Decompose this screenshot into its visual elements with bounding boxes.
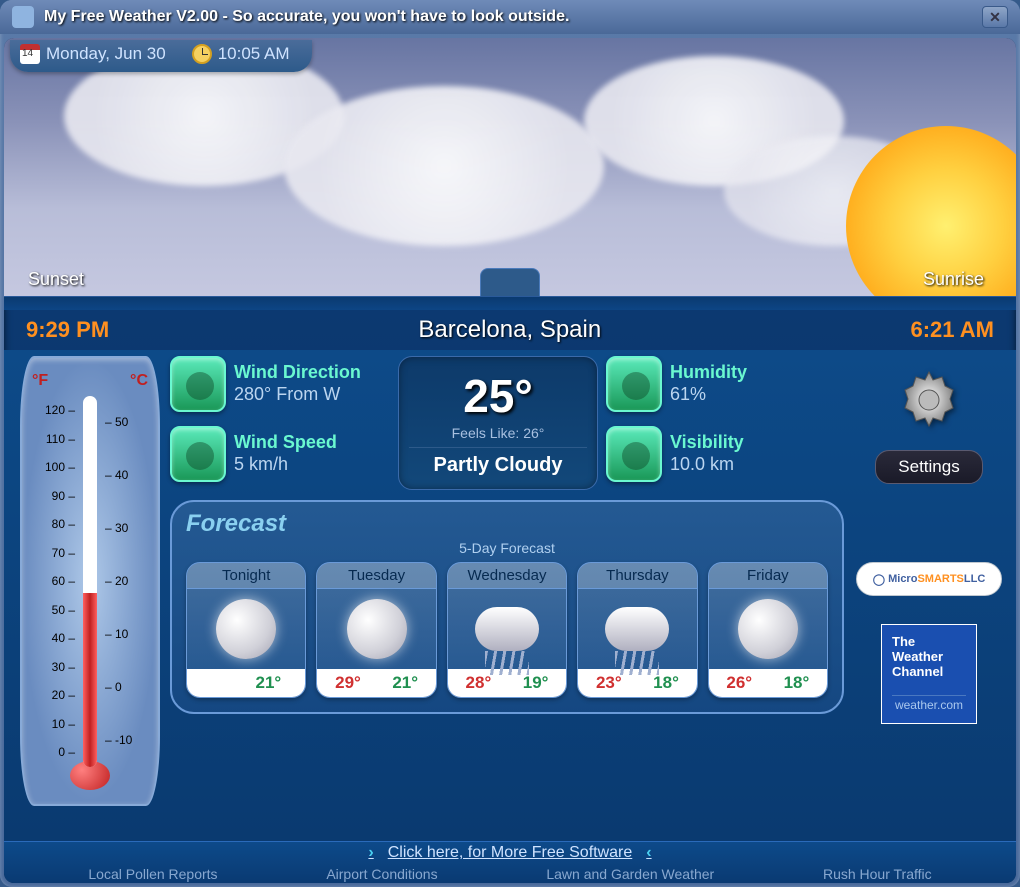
f-scale: 120 –110 –100 –90 –80 –70 –60 –50 –40 –3… xyxy=(33,396,75,767)
sunset-time: 9:29 PM xyxy=(26,317,109,343)
chevron-left-icon: ‹ xyxy=(646,844,651,862)
feels-like: Feels Like: 26° xyxy=(409,425,587,441)
sunset-tab-label[interactable]: Sunset xyxy=(28,269,84,290)
microsmarts-logo[interactable]: ◯ MicroSMARTSLLC xyxy=(856,562,1002,596)
forecast-high: 23° xyxy=(596,673,622,693)
forecast-day-card[interactable]: Thursday 23° 18° xyxy=(577,562,697,698)
forecast-weather-icon xyxy=(187,589,305,669)
forecast-weather-icon xyxy=(448,589,566,669)
forecast-high: 29° xyxy=(335,673,361,693)
footer-link[interactable]: Local Pollen Reports xyxy=(88,866,217,882)
forecast-day-card[interactable]: Friday 26° 18° xyxy=(708,562,828,698)
cloud-icon xyxy=(284,86,604,246)
forecast-day-name: Wednesday xyxy=(448,563,566,589)
stat-value: 10.0 km xyxy=(670,454,744,476)
forecast-day-name: Thursday xyxy=(578,563,696,589)
visibility-icon xyxy=(606,426,662,482)
window-title: My Free Weather V2.00 - So accurate, you… xyxy=(44,8,982,26)
humidity-card: Humidity61% xyxy=(606,356,826,412)
date-time-pill: Monday, Jun 30 10:05 AM xyxy=(10,40,312,72)
forecast-panel: Forecast 5-Day Forecast Tonight 21° Tues… xyxy=(170,500,844,714)
stat-label: Visibility xyxy=(670,432,744,454)
current-date: Monday, Jun 30 xyxy=(46,44,166,64)
titlebar[interactable]: My Free Weather V2.00 - So accurate, you… xyxy=(0,0,1020,34)
current-temperature: 25° xyxy=(409,369,587,423)
settings-gear-icon[interactable] xyxy=(897,368,961,432)
forecast-day-name: Tonight xyxy=(187,563,305,589)
stat-value: 5 km/h xyxy=(234,454,337,476)
footer-link[interactable]: Airport Conditions xyxy=(326,866,437,882)
calendar-icon xyxy=(20,44,40,64)
location-label: Barcelona, Spain xyxy=(418,316,601,344)
forecast-low: 18° xyxy=(784,673,810,693)
close-button[interactable]: ✕ xyxy=(982,6,1008,28)
thermometer: °F °C 120 –110 –100 –90 –80 –70 –60 –50 … xyxy=(20,356,160,806)
wind-speed-card: Wind Speed5 km/h xyxy=(170,426,390,482)
forecast-weather-icon xyxy=(578,589,696,669)
clock-icon xyxy=(192,44,212,64)
forecast-low: 21° xyxy=(256,673,282,693)
forecast-subheading: 5-Day Forecast xyxy=(186,540,828,556)
settings-button[interactable]: Settings xyxy=(875,450,982,484)
chevron-right-icon: › xyxy=(368,844,373,862)
wind-speed-icon xyxy=(170,426,226,482)
current-condition: Partly Cloudy xyxy=(409,447,587,477)
forecast-weather-icon xyxy=(317,589,435,669)
wind-direction-icon xyxy=(170,356,226,412)
weather-channel-logo[interactable]: TheWeatherChannel weather.com xyxy=(881,624,977,724)
forecast-heading: Forecast xyxy=(186,510,828,538)
celsius-label: °C xyxy=(130,372,148,390)
forecast-weather-icon xyxy=(709,589,827,669)
sky-panel: Sunset Sunrise Monday, Jun 30 10:05 AM xyxy=(4,38,1016,296)
humidity-icon xyxy=(606,356,662,412)
sunrise-time: 6:21 AM xyxy=(910,317,994,343)
forecast-day-card[interactable]: Wednesday 28° 19° xyxy=(447,562,567,698)
stat-value: 280° From W xyxy=(234,384,361,406)
stat-value: 61% xyxy=(670,384,747,406)
visibility-card: Visibility10.0 km xyxy=(606,426,826,482)
footer-link[interactable]: Rush Hour Traffic xyxy=(823,866,932,882)
current-time: 10:05 AM xyxy=(218,44,290,64)
forecast-low: 19° xyxy=(523,673,549,693)
forecast-low: 18° xyxy=(653,673,679,693)
sunrise-tab-label[interactable]: Sunrise xyxy=(923,269,984,290)
app-logo-icon xyxy=(12,6,34,28)
forecast-day-card[interactable]: Tonight 21° xyxy=(186,562,306,698)
fahrenheit-label: °F xyxy=(32,372,48,390)
thermometer-tube xyxy=(83,396,97,767)
drag-handle[interactable] xyxy=(480,268,540,296)
c-scale: – 50– 40– 30– 20– 10– 0– -10 xyxy=(105,396,147,767)
forecast-day-name: Tuesday xyxy=(317,563,435,589)
stat-label: Wind Direction xyxy=(234,362,361,384)
stat-label: Wind Speed xyxy=(234,432,337,454)
stat-label: Humidity xyxy=(670,362,747,384)
forecast-day-name: Friday xyxy=(709,563,827,589)
forecast-high: 26° xyxy=(726,673,752,693)
forecast-high: 28° xyxy=(466,673,492,693)
footer-link[interactable]: Lawn and Garden Weather xyxy=(546,866,714,882)
more-software-link[interactable]: › Click here, for More Free Software ‹ xyxy=(4,842,1016,864)
forecast-day-card[interactable]: Tuesday 29° 21° xyxy=(316,562,436,698)
wind-direction-card: Wind Direction280° From W xyxy=(170,356,390,412)
current-temp-box: 25° Feels Like: 26° Partly Cloudy xyxy=(398,356,598,490)
location-bar: 9:29 PM Barcelona, Spain 6:21 AM xyxy=(4,310,1016,350)
forecast-low: 21° xyxy=(392,673,418,693)
footer: › Click here, for More Free Software ‹ L… xyxy=(4,841,1016,883)
